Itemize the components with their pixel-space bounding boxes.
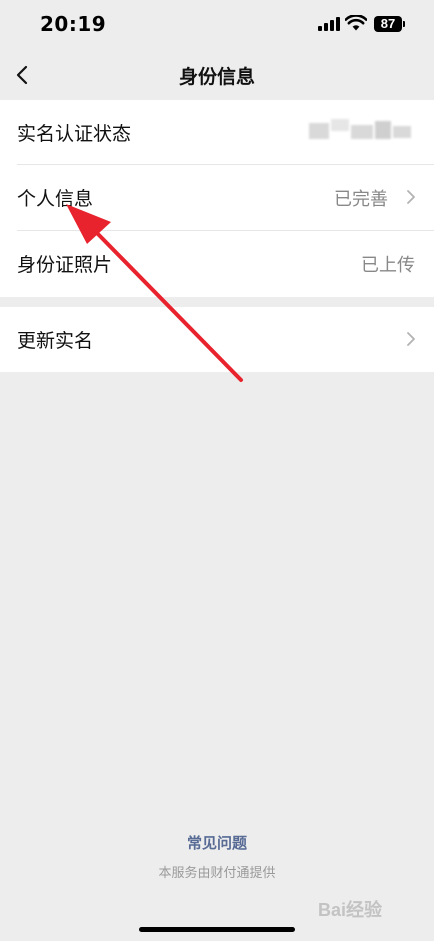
redacted-value: [305, 117, 415, 147]
battery-icon: 87: [374, 16, 402, 32]
list-item-update-real-name[interactable]: 更新实名: [0, 307, 434, 372]
row-label: 身份证照片: [17, 254, 113, 276]
status-time: 20:19: [40, 12, 107, 36]
row-label: 个人信息: [17, 188, 94, 210]
row-label: 实名认证状态: [17, 123, 132, 145]
home-indicator[interactable]: [139, 927, 295, 932]
row-label: 更新实名: [17, 330, 94, 352]
row-value: 已上传: [361, 255, 415, 276]
nav-bar: 身份信息: [0, 50, 434, 100]
faq-link[interactable]: 常见问题: [0, 832, 434, 853]
row-value: 已完善: [334, 189, 388, 210]
battery-tip: [403, 21, 405, 27]
chevron-right-icon: [407, 190, 415, 204]
cellular-signal-icon: [318, 17, 340, 31]
list-item-personal-info[interactable]: 个人信息 已完善: [0, 165, 434, 230]
identity-info-list: 实名认证状态 个人信息 已完善 身份证照片 已上传: [0, 100, 434, 297]
baidu-watermark-logo: Bai经验: [318, 892, 428, 922]
page-title: 身份信息: [178, 66, 255, 88]
list-item-verification-status: 实名认证状态: [0, 100, 434, 165]
provider-text: 本服务由财付通提供: [158, 866, 276, 881]
chevron-right-icon: [407, 332, 415, 346]
list-item-id-photo: 身份证照片 已上传: [0, 231, 434, 296]
watermark-text: Bai经验: [318, 900, 383, 920]
wifi-icon: [345, 15, 367, 31]
update-list: 更新实名: [0, 307, 434, 372]
status-bar: 20:19 87: [0, 0, 434, 50]
